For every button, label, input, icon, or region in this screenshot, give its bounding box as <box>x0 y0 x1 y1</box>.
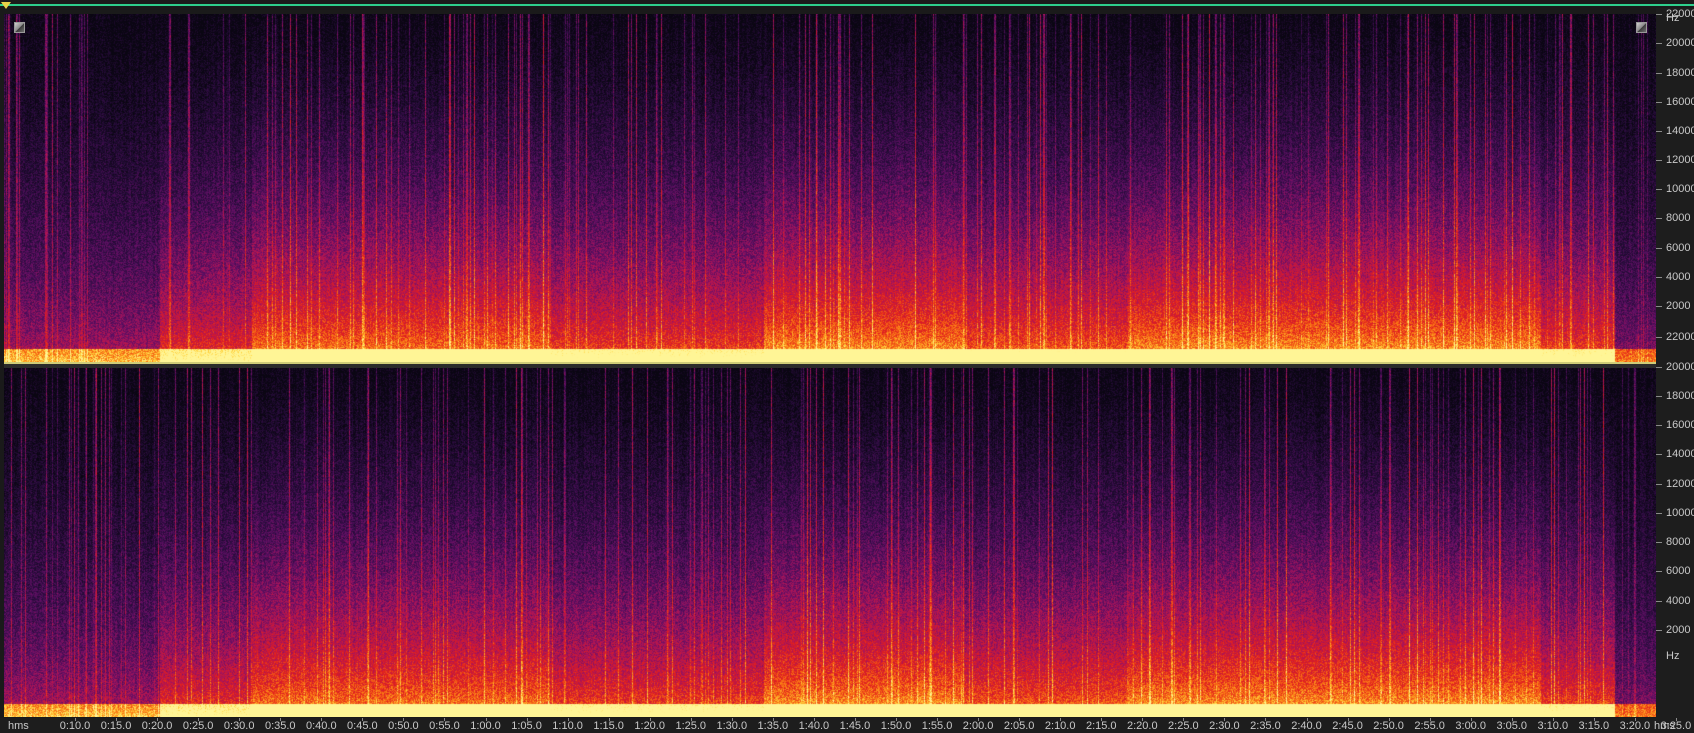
time-tick-label: 0:55.0 <box>429 720 460 732</box>
time-tick-label: 2:40.0 <box>1291 720 1322 732</box>
time-tick-label: 3:15.0 <box>1578 720 1610 732</box>
zoom-corner-left-icon[interactable] <box>14 22 25 33</box>
time-tick-label: 1:35.0 <box>757 720 789 732</box>
frequency-tick <box>1656 483 1662 485</box>
frequency-tick-label: 6000 <box>1666 241 1691 254</box>
time-tick-label: 2:25.0 <box>1168 720 1199 732</box>
time-tick-label: 3:10.0 <box>1537 720 1569 732</box>
frequency-axis-channel-2: Hz 22000 20000 18000 16000 14000 12000 10000 80… <box>1656 331 1694 718</box>
time-tick-label: 2:45.0 <box>1332 720 1363 732</box>
frequency-tick <box>1656 130 1662 132</box>
frequency-tick <box>1656 43 1662 45</box>
frequency-tick <box>1656 189 1662 191</box>
time-tick-label: 2:35.0 <box>1250 720 1281 732</box>
frequency-tick <box>1656 366 1662 368</box>
time-tick-label: 0:30.0 <box>223 720 255 732</box>
frequency-tick-label: 12000 <box>1666 477 1694 490</box>
time-tick-label: 2:30.0 <box>1209 720 1240 732</box>
frequency-tick <box>1656 571 1662 573</box>
frequency-tick-label: 4000 <box>1666 270 1691 283</box>
frequency-tick <box>1656 629 1662 631</box>
frequency-tick <box>1656 454 1662 456</box>
frequency-tick-label: 18000 <box>1666 66 1694 79</box>
time-tick-label: 0:20.0 <box>141 720 173 732</box>
frequency-tick <box>1656 160 1662 161</box>
time-tick-label: 3:25.0 <box>1660 720 1692 732</box>
playhead-marker-icon[interactable] <box>1 2 11 9</box>
frequency-tick-label: 2000 <box>1666 299 1691 312</box>
frequency-axis-channel-1: Hz 22000 20000 18000 16000 14000 12000 10000 80… <box>1656 8 1694 366</box>
frequency-tick-label: 22000 <box>1666 331 1694 344</box>
frequency-tick <box>1656 14 1662 16</box>
frequency-tick-label: 8000 <box>1666 536 1691 548</box>
time-tick-label: 2:00.0 <box>962 720 994 732</box>
frequency-tick <box>1656 542 1662 543</box>
time-tick-label: 2:15.0 <box>1085 720 1117 732</box>
time-unit-label-left: hms <box>8 720 29 732</box>
time-tick-label: 1:10.0 <box>552 720 583 732</box>
frequency-tick <box>1656 305 1662 307</box>
time-tick-label: 0:35.0 <box>264 720 296 732</box>
time-tick-label: 1:55.0 <box>921 720 953 732</box>
spectrogram-canvas-channel-1 <box>4 14 1656 362</box>
frequency-tick <box>1656 72 1662 74</box>
frequency-tick-label: 18000 <box>1666 389 1694 402</box>
spectrogram-channel-2[interactable] <box>4 368 1656 717</box>
time-tick-label: 3:05.0 <box>1496 720 1528 732</box>
time-tick-label: 2:55.0 <box>1414 720 1445 732</box>
time-tick-label: 1:40.0 <box>798 720 830 732</box>
frequency-tick-label: 16000 <box>1666 419 1694 431</box>
frequency-tick <box>1656 276 1662 278</box>
time-tick-label: 3:00.0 <box>1455 720 1486 732</box>
time-tick-label: 2:50.0 <box>1373 720 1404 732</box>
time-tick-label: 0:10.0 <box>59 720 91 732</box>
frequency-tick-label: 22000 <box>1666 8 1694 21</box>
frequency-tick-label: 14000 <box>1666 448 1694 461</box>
time-tick-label: 1:00.0 <box>470 720 501 732</box>
time-tick-label: 1:50.0 <box>880 720 912 732</box>
frequency-tick-label: 4000 <box>1666 594 1691 607</box>
frequency-tick-label: 8000 <box>1666 212 1691 225</box>
frequency-tick-label: 10000 <box>1666 183 1694 196</box>
frequency-unit-label: Hz <box>1666 650 1680 662</box>
time-tick-label: 1:30.0 <box>716 720 748 732</box>
frequency-tick <box>1656 247 1662 249</box>
time-tick-label: 2:10.0 <box>1044 720 1076 732</box>
frequency-tick-label: 16000 <box>1666 95 1694 108</box>
time-tick-label: 0:40.0 <box>306 720 337 732</box>
timeline-overview-bar[interactable] <box>0 0 1694 6</box>
frequency-tick <box>1656 218 1662 220</box>
frequency-tick-label: 20000 <box>1666 37 1694 50</box>
frequency-tick <box>1656 395 1662 397</box>
time-tick-label: 2:20.0 <box>1127 720 1158 732</box>
time-axis: hms hms 0:10.0 0:15.0 0:20.0 0:25.0 0:30.0 0:… <box>0 718 1694 733</box>
frequency-tick-label: 2000 <box>1666 623 1691 636</box>
frequency-tick <box>1656 337 1662 339</box>
time-tick-label: 1:20.0 <box>634 720 665 732</box>
time-tick-label: 0:25.0 <box>182 720 214 732</box>
frequency-tick-label: 6000 <box>1666 565 1691 578</box>
frequency-tick-label: 10000 <box>1666 506 1694 519</box>
time-tick-label: 0:50.0 <box>388 720 419 732</box>
spectrogram-canvas-channel-2 <box>4 368 1656 717</box>
frequency-tick <box>1656 600 1662 602</box>
time-tick-label: 1:25.0 <box>675 720 707 732</box>
time-tick-label: 3:20.0 <box>1619 720 1651 732</box>
frequency-tick-label: 12000 <box>1666 154 1694 166</box>
spectrogram-channel-1[interactable] <box>4 14 1656 362</box>
time-tick-label: 1:45.0 <box>839 720 871 732</box>
zoom-corner-right-icon[interactable] <box>1636 22 1647 33</box>
time-tick-label: 1:15.0 <box>593 720 624 732</box>
time-tick-label: 2:05.0 <box>1003 720 1035 732</box>
frequency-tick-label: 20000 <box>1666 360 1694 373</box>
frequency-tick <box>1656 425 1662 426</box>
frequency-tick <box>1656 101 1662 103</box>
time-tick-label: 0:45.0 <box>347 720 378 732</box>
time-tick-label: 1:05.0 <box>511 720 542 732</box>
frequency-tick-label: 14000 <box>1666 124 1694 137</box>
frequency-tick <box>1656 512 1662 514</box>
time-tick-label: 0:15.0 <box>100 720 132 732</box>
